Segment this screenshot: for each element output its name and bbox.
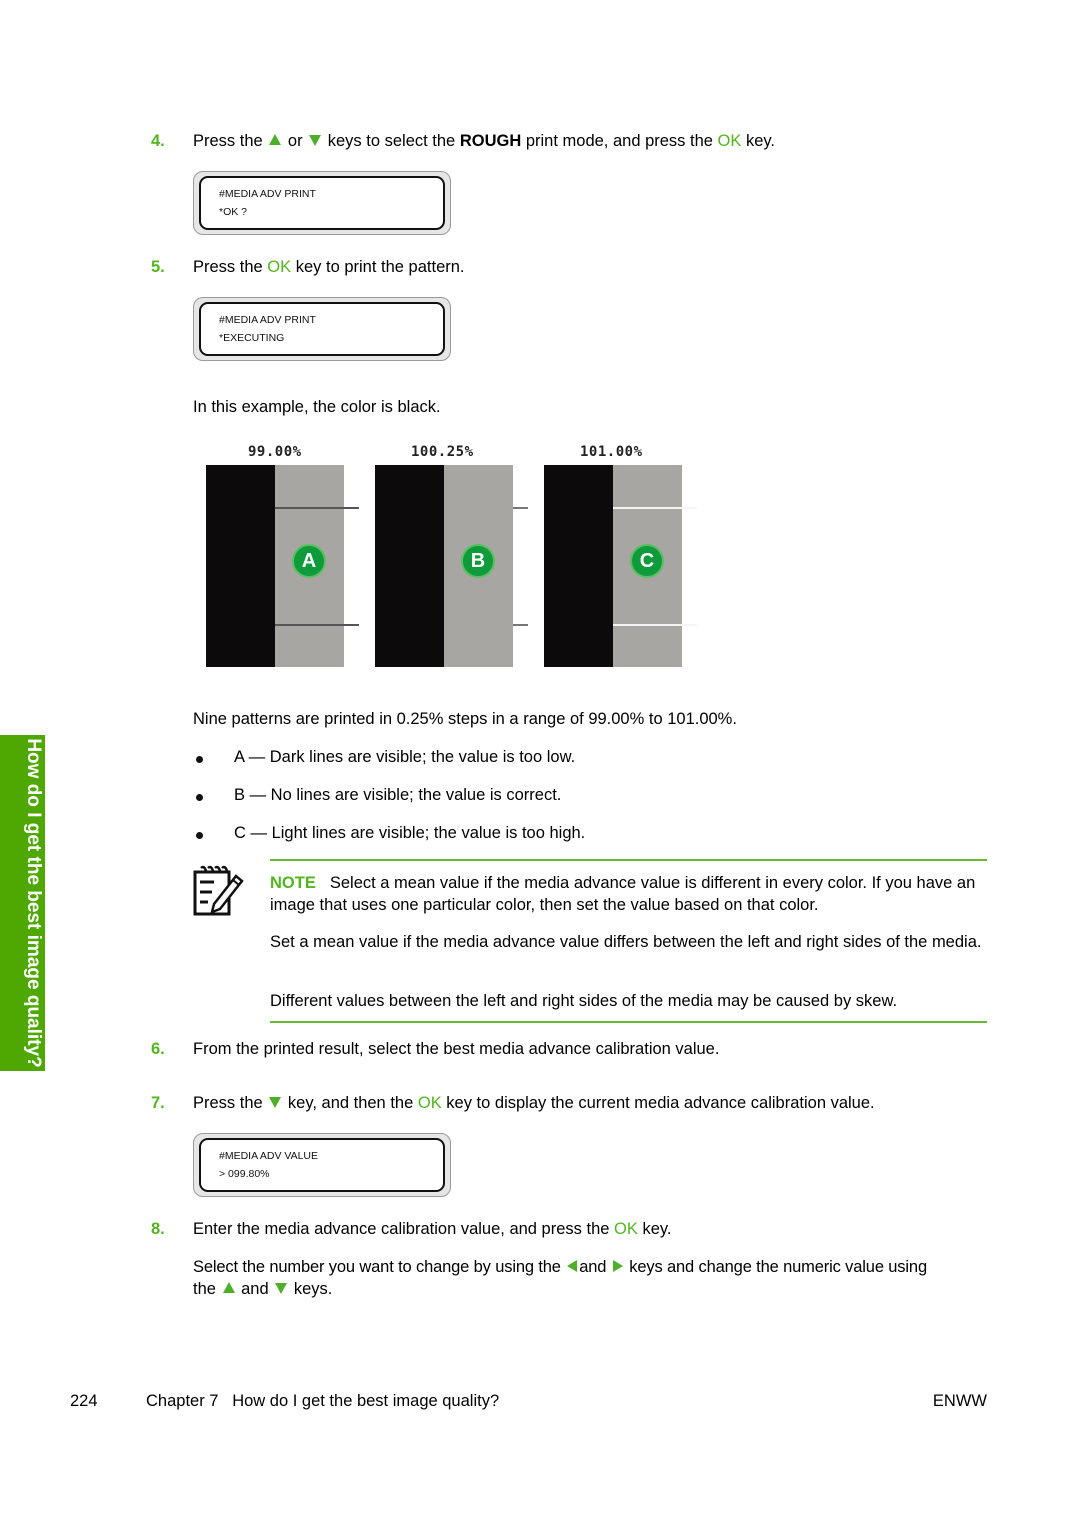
pattern-dark-band [375, 465, 444, 667]
note-paragraph-1: NOTE Select a mean value if the media adv… [270, 872, 990, 916]
step-6-text: From the printed result, select the best… [193, 1040, 720, 1058]
locale-code: ENWW [932, 1392, 987, 1410]
ok-key-label: OK [614, 1220, 638, 1238]
pattern-line [613, 507, 697, 509]
step-4-number: 4. [151, 132, 165, 150]
lcd-display-executing: #MEDIA ADV PRINT *EXECUTING [193, 297, 451, 361]
note-label: NOTE [270, 874, 316, 892]
note-paragraph-3: Different values between the left and ri… [270, 992, 898, 1010]
step-8-subtext-line-1: Select the number you want to change by … [193, 1258, 927, 1277]
step-8-sub-part: and [241, 1280, 269, 1298]
ok-key-label: OK [417, 1094, 442, 1112]
pattern-badge-c: C [630, 544, 664, 578]
note-pencil-icon [192, 864, 246, 918]
step-8-text-part: key. [642, 1220, 672, 1238]
step-7-text-part: key to display the current media advance… [446, 1094, 875, 1112]
step-4-text-part: Press the [193, 132, 263, 150]
lcd-screen [199, 1138, 445, 1192]
step-7-text: Press the key, and then the OK key to di… [193, 1094, 875, 1113]
note-bottom-rule [270, 1021, 987, 1023]
lcd-line-2: *EXECUTING [219, 332, 285, 344]
right-arrow-key-icon [612, 1259, 623, 1272]
step-8-text: Enter the media advance calibration valu… [193, 1220, 672, 1239]
bullet-icon [196, 756, 203, 763]
step-4-text-part: keys to select the [327, 132, 456, 150]
ok-key-label: OK [267, 258, 292, 276]
step-4-text: Press the or keys to select the ROUGH pr… [193, 132, 775, 151]
chapter-side-tab: How do I get the best image quality? [0, 735, 45, 1071]
step-5-text: Press the OK key to print the pattern. [193, 258, 465, 277]
ok-key-label: OK [717, 132, 742, 150]
step-7-text-part: Press the [193, 1094, 263, 1112]
step-4-text-part: key. [745, 132, 776, 150]
left-arrow-key-icon [567, 1259, 578, 1272]
rough-mode-label: ROUGH [459, 132, 522, 150]
lcd-display-ok: #MEDIA ADV PRINT *OK ? [193, 171, 451, 235]
down-arrow-key-icon [275, 1283, 288, 1295]
step-8-sub-part: Select the number you want to change by … [193, 1258, 561, 1276]
pattern-line [275, 507, 359, 509]
page-number: 224 [70, 1392, 98, 1410]
bullet-icon [196, 794, 203, 801]
up-arrow-key-icon [222, 1282, 235, 1294]
down-arrow-key-icon [309, 135, 322, 147]
bullet-item-b: B — No lines are visible; the value is c… [234, 786, 562, 804]
step-7-number: 7. [151, 1094, 165, 1112]
pattern-label: 100.25% [411, 444, 474, 460]
chapter-side-tab-label: How do I get the best image quality? [23, 738, 44, 1068]
step-8-number: 8. [151, 1220, 165, 1238]
pattern-dark-band [544, 465, 613, 667]
bullet-item-c: C — Light lines are visible; the value i… [234, 824, 586, 842]
note-paragraph-2: Set a mean value if the media advance va… [270, 933, 982, 951]
step-8-sub-part: and [579, 1258, 607, 1276]
pattern-line [275, 624, 359, 626]
step-6-number: 6. [151, 1040, 165, 1058]
up-arrow-key-icon [269, 134, 282, 146]
bullet-icon [196, 832, 203, 839]
pattern-label: 101.00% [580, 444, 643, 460]
step-4-text-part: print mode, and press the [525, 132, 713, 150]
lcd-line-1: #MEDIA ADV PRINT [219, 188, 316, 200]
step-8-sub-part: keys. [293, 1280, 333, 1298]
step-5-text-part: Press the [193, 258, 263, 276]
lcd-line-1: #MEDIA ADV PRINT [219, 314, 316, 326]
example-color-text: In this example, the color is black. [193, 398, 441, 416]
lcd-screen [199, 302, 445, 356]
pattern-line [513, 624, 528, 626]
pattern-line [613, 624, 697, 626]
lcd-line-2: *OK ? [219, 206, 248, 218]
step-4-text-part: or [287, 132, 303, 150]
pattern-dark-band [206, 465, 275, 667]
lcd-display-value: #MEDIA ADV VALUE > 099.80% [193, 1133, 451, 1197]
pattern-line [513, 507, 528, 509]
step-8-sub-part: keys and change the numeric value using [629, 1258, 927, 1276]
lcd-line-1: #MEDIA ADV VALUE [219, 1150, 319, 1162]
down-arrow-key-icon [269, 1097, 282, 1109]
step-8-sub-part: the [193, 1280, 216, 1298]
patterns-description: Nine patterns are printed in 0.25% steps… [193, 710, 737, 728]
step-5-number: 5. [151, 258, 165, 276]
pattern-badge-a: A [292, 544, 326, 578]
pattern-label: 99.00% [248, 444, 302, 460]
note-text: Select a mean value if the media advance… [270, 874, 976, 914]
note-top-rule [270, 859, 987, 861]
bullet-item-a: A — Dark lines are visible; the value is… [234, 748, 576, 766]
step-5-text-part: key to print the pattern. [295, 258, 465, 276]
step-7-text-part: key, and then the [287, 1094, 414, 1112]
lcd-line-2: > 099.80% [219, 1168, 270, 1180]
lcd-screen [199, 176, 445, 230]
calibration-pattern-figure: 99.00% A 100.25% B 101.00% C [193, 440, 713, 680]
step-8-text-part: Enter the media advance calibration valu… [193, 1220, 610, 1238]
pattern-badge-b: B [461, 544, 495, 578]
step-8-subtext-line-2: the and keys. [193, 1280, 332, 1299]
chapter-title: Chapter 7 How do I get the best image qu… [146, 1392, 500, 1410]
